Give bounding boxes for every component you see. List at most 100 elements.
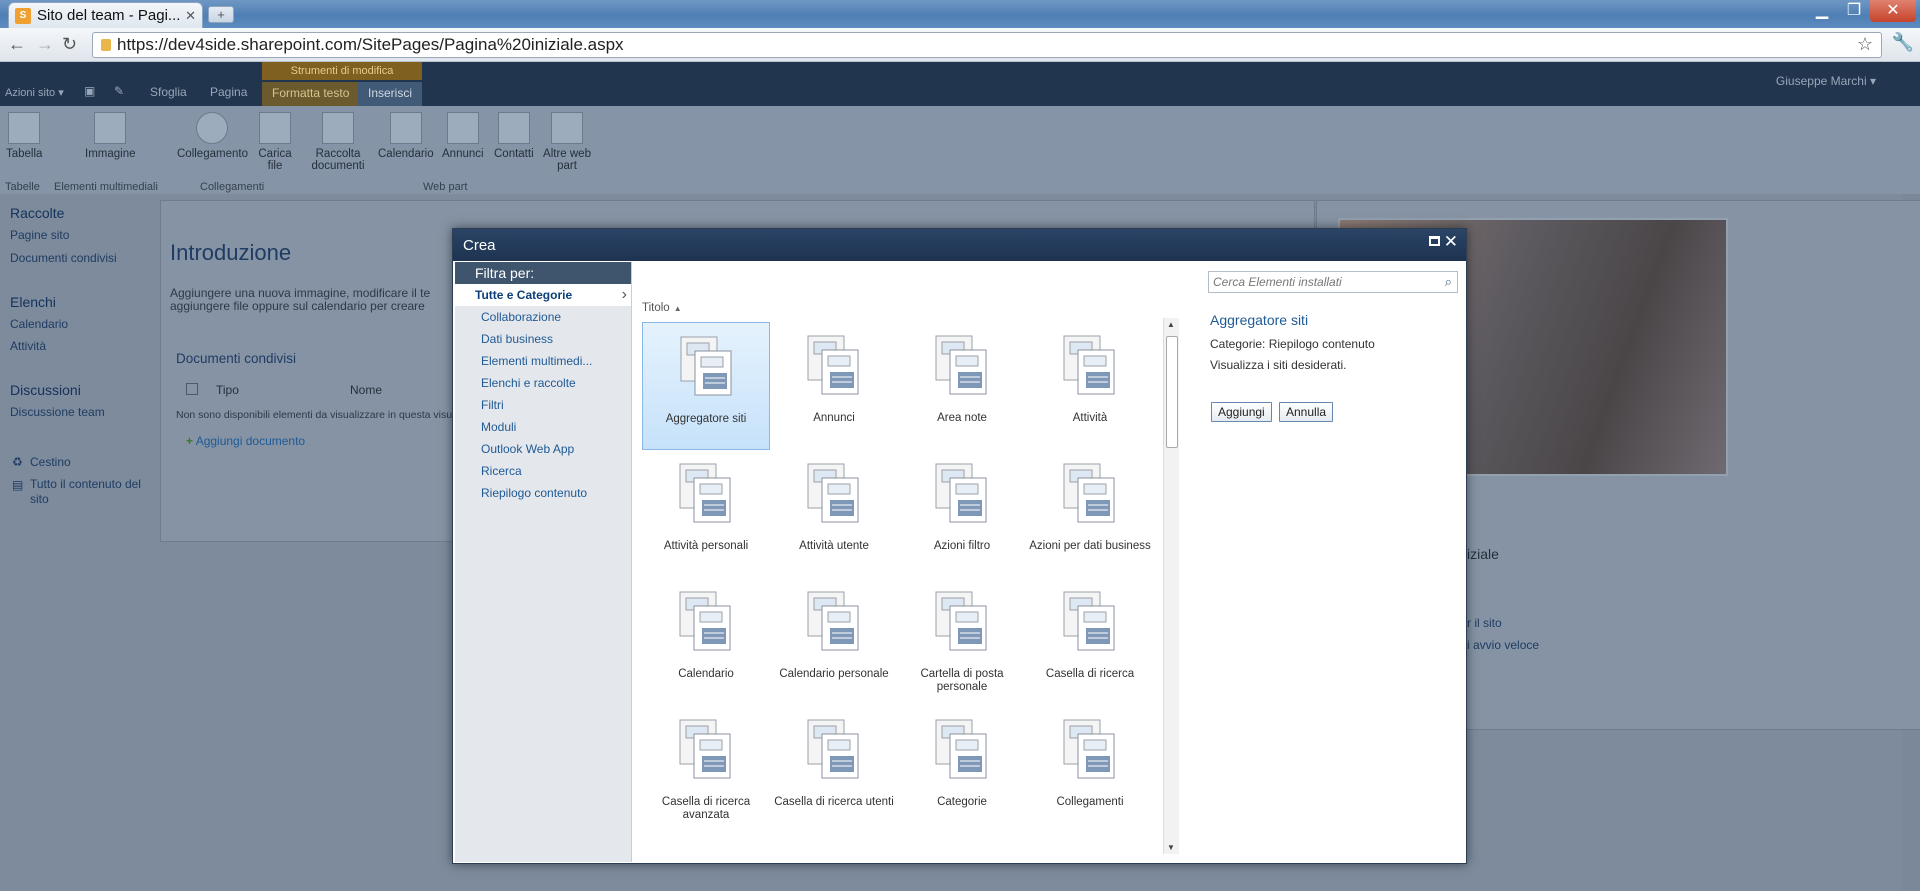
webpart-tile[interactable]: Azioni filtro	[898, 450, 1026, 578]
ribbon-raccolta-documenti[interactable]: Raccolta documenti	[308, 112, 368, 172]
webpart-tile[interactable]: Casella di ricerca avanzata	[642, 706, 770, 834]
webpart-tile[interactable]: Casella di ricerca	[1026, 578, 1154, 706]
filter-tutte-categorie[interactable]: Tutte e Categorie	[455, 284, 631, 306]
search-icon[interactable]: ⌕	[1445, 274, 1452, 290]
upload-file-icon	[259, 112, 291, 144]
site-actions-menu[interactable]: Azioni sito ▾	[5, 86, 64, 99]
webpart-tile[interactable]: Collegamenti	[1026, 706, 1154, 834]
ribbon-altre-web-part[interactable]: Altre web part	[542, 112, 592, 172]
select-all-checkbox[interactable]	[186, 383, 198, 395]
search-input[interactable]: Cerca Elementi installati ⌕	[1208, 271, 1458, 293]
restore-icon[interactable]: ❐	[1838, 0, 1870, 22]
browser-tab[interactable]: S Sito del team - Pagi... ✕	[8, 2, 203, 28]
webpart-tile[interactable]: Area note	[898, 322, 1026, 450]
webpart-tile[interactable]: Aggregatore siti	[642, 322, 770, 450]
address-bar[interactable]: https://dev4side.sharepoint.com/SitePage…	[92, 32, 1882, 58]
new-tab-button[interactable]: +	[208, 6, 234, 23]
right-fragment-3[interactable]: i avvio veloce	[1467, 638, 1539, 652]
column-tipo[interactable]: Tipo	[216, 383, 239, 397]
cancel-button[interactable]: Annulla	[1279, 402, 1334, 422]
recycle-bin-icon: ♻	[12, 455, 23, 469]
back-icon[interactable]: ←	[8, 34, 26, 55]
ribbon-calendario[interactable]: Calendario	[378, 112, 434, 160]
picture-icon	[94, 112, 127, 144]
url-text: https://dev4side.sharepoint.com/SitePage…	[117, 35, 624, 54]
docs-webpart-title[interactable]: Documenti condivisi	[176, 351, 296, 366]
tab-inserisci[interactable]: Inserisci	[358, 82, 423, 106]
dialog-close-icon[interactable]: ✕	[1444, 232, 1458, 252]
scroll-thumb[interactable]	[1166, 336, 1178, 448]
webpart-icon	[679, 335, 735, 399]
tab-close-icon[interactable]: ✕	[185, 8, 196, 24]
filter-outlook-web-app[interactable]: Outlook Web App	[455, 438, 631, 460]
webpart-tile-label: Aggregatore siti	[665, 413, 747, 425]
filter-moduli[interactable]: Moduli	[455, 416, 631, 438]
webpart-tile[interactable]: Annunci	[770, 322, 898, 450]
webpart-tile[interactable]: Attività personali	[642, 450, 770, 578]
forward-icon[interactable]: →	[36, 34, 54, 55]
ribbon-collegamento[interactable]: Collegamento	[177, 112, 248, 160]
nav-pagine-sito[interactable]: Pagine sito	[10, 228, 69, 242]
nav-attivita[interactable]: Attività	[10, 339, 46, 353]
webpart-tile[interactable]: Cartella di posta personale	[898, 578, 1026, 706]
scroll-up-icon[interactable]: ▲	[1167, 320, 1175, 329]
webpart-icon	[934, 590, 990, 654]
webpart-tile[interactable]: Attività	[1026, 322, 1154, 450]
webpart-tile[interactable]: Attività utente	[770, 450, 898, 578]
nav-documenti-condivisi[interactable]: Documenti condivisi	[10, 251, 117, 265]
filter-filtri[interactable]: Filtri	[455, 394, 631, 416]
nav-cestino[interactable]: Cestino	[30, 455, 71, 469]
window-close-icon[interactable]: ✕	[1870, 0, 1916, 22]
webpart-icon	[934, 462, 990, 526]
webpart-icon	[806, 462, 862, 526]
webpart-tile[interactable]: Azioni per dati business	[1026, 450, 1154, 578]
sort-asc-icon: ▲	[673, 304, 682, 313]
maximize-icon[interactable]	[1429, 236, 1440, 246]
filter-riepilogo-contenuto[interactable]: Riepilogo contenuto	[455, 482, 631, 504]
webpart-icon	[806, 718, 862, 782]
filter-header: Filtra per:	[455, 262, 631, 284]
tab-sfoglia[interactable]: Sfoglia	[150, 85, 187, 99]
nav-raccolte[interactable]: Raccolte	[10, 205, 64, 221]
tab-formatta-testo[interactable]: Formatta testo	[262, 82, 360, 106]
nav-calendario[interactable]: Calendario	[10, 317, 68, 331]
scroll-down-icon[interactable]: ▼	[1167, 843, 1175, 852]
wrench-icon[interactable]: 🔧	[1892, 32, 1914, 53]
webpart-tile-label: Categorie	[937, 796, 987, 808]
grid-scrollbar[interactable]: ▲ ▼	[1163, 318, 1179, 854]
filter-dati-business[interactable]: Dati business	[455, 328, 631, 350]
reload-icon[interactable]: ↻	[62, 34, 77, 55]
filter-elementi-multimediali[interactable]: Elementi multimedi...	[455, 350, 631, 372]
webpart-tile[interactable]: Categorie	[898, 706, 1026, 834]
ribbon-tabella[interactable]: Tabella	[6, 112, 42, 160]
webpart-tile-label: Azioni filtro	[933, 540, 991, 552]
column-nome[interactable]: Nome	[350, 383, 382, 397]
ribbon-contatti[interactable]: Contatti	[494, 112, 534, 160]
webpart-tile-label: Attività personali	[663, 540, 749, 552]
bookmark-star-icon[interactable]: ☆	[1857, 34, 1873, 55]
right-fragment-2[interactable]: r il sito	[1467, 616, 1502, 630]
ribbon-immagine[interactable]: Immagine	[85, 112, 136, 160]
webpart-tile-label: Annunci	[813, 412, 855, 424]
webpart-tile[interactable]: Casella di ricerca utenti	[770, 706, 898, 834]
megaphone-icon	[446, 112, 479, 144]
add-button[interactable]: Aggiungi	[1211, 402, 1272, 422]
ribbon-annunci[interactable]: Annunci	[442, 112, 484, 160]
webpart-tile[interactable]: Calendario	[642, 578, 770, 706]
tab-pagina[interactable]: Pagina	[210, 85, 247, 99]
filter-ricerca[interactable]: Ricerca	[455, 460, 631, 482]
webpart-tile[interactable]: Calendario personale	[770, 578, 898, 706]
nav-discussioni[interactable]: Discussioni	[10, 382, 81, 398]
nav-tutto-contenuto[interactable]: Tutto il contenuto del sito	[30, 477, 155, 507]
add-document-link[interactable]: + Aggiungi documento	[186, 434, 305, 448]
sort-by-title[interactable]: Titolo ▲	[642, 302, 682, 314]
user-menu[interactable]: Giuseppe Marchi ▾	[1776, 74, 1876, 88]
filter-elenchi-raccolte[interactable]: Elenchi e raccolte	[455, 372, 631, 394]
ribbon-carica-file[interactable]: Carica file	[257, 112, 293, 172]
filter-collaborazione[interactable]: Collaborazione	[455, 306, 631, 328]
nav-elenchi[interactable]: Elenchi	[10, 294, 56, 310]
minimize-icon[interactable]: ▁	[1806, 0, 1838, 22]
navigate-up-icon[interactable]: ▣	[84, 84, 95, 98]
nav-discussione-team[interactable]: Discussione team	[10, 405, 105, 419]
edit-page-icon[interactable]: ✎	[114, 84, 124, 98]
